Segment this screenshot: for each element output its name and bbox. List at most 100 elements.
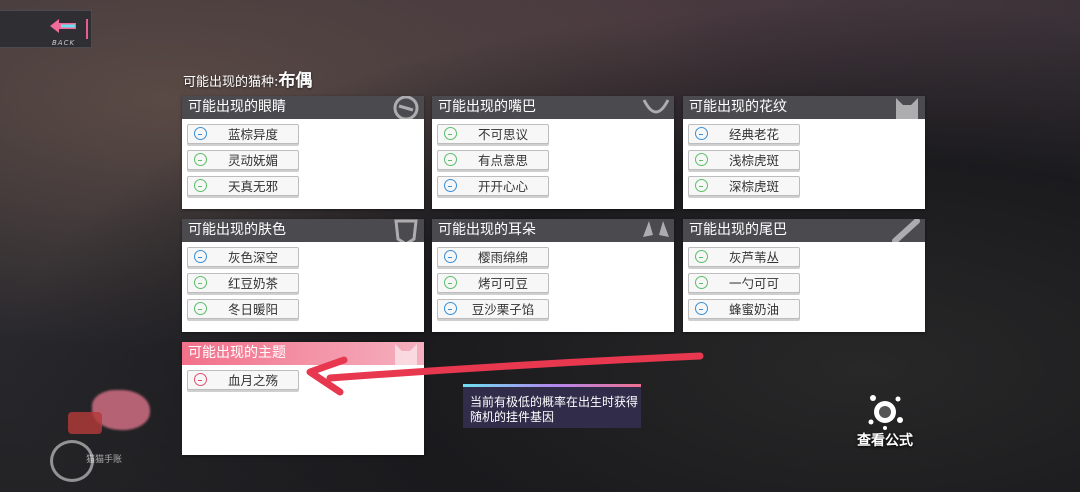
gene-option-label: 灰芦苇丛 [728,250,779,265]
gene-option-label: 不可思议 [477,127,528,142]
gene-option[interactable]: 浅棕虎斑 [688,150,800,170]
option-list: 不可思议有点意思开开心心 [432,119,674,201]
gene-option[interactable]: 烤可可豆 [437,273,549,293]
panel-title: 可能出现的耳朵 [432,219,674,242]
gene-option-label: 血月之殇 [227,373,278,388]
panel-tail: 可能出现的尾巴灰芦苇丛一勺可可蜂蜜奶油 [683,219,925,332]
gene-blue-icon [194,127,207,140]
gene-option-label: 天真无邪 [227,179,278,194]
panel-ears: 可能出现的耳朵樱雨绵绵烤可可豆豆沙栗子馅 [432,219,674,332]
gene-option-label: 灵动妩媚 [227,153,278,168]
gene-option-label: 一勺可可 [728,276,779,291]
gene-green-icon [695,179,708,192]
breed-label: 可能出现的猫种: [183,75,279,90]
gene-option[interactable]: 深棕虎斑 [688,176,800,196]
gene-option-label: 樱雨绵绵 [477,250,528,265]
gene-green-icon [194,302,207,315]
cat-icon [390,342,422,365]
gene-tip: 当前有极低的概率在出生时获得随机的挂件基因 [463,384,641,428]
panel-title-text: 可能出现的耳朵 [438,222,536,238]
gene-blue-icon [444,179,457,192]
gene-option[interactable]: 一勺可可 [688,273,800,293]
panel-theme: 可能出现的主题血月之殇 [182,342,424,455]
panel-eyes: 可能出现的眼睛蓝棕异度灵动妩媚天真无邪 [182,96,424,209]
shield-icon [390,219,422,242]
gene-green-icon [695,276,708,289]
gene-green-icon [444,127,457,140]
back-accent-bar [86,19,88,39]
tip-accent-bar [463,384,641,387]
gene-option[interactable]: 不可思议 [437,124,549,144]
gene-option-label: 有点意思 [477,153,528,168]
gene-option-label: 深棕虎斑 [728,179,779,194]
gene-option[interactable]: 经典老花 [688,124,800,144]
gene-green-icon [444,276,457,289]
option-list: 经典老花浅棕虎斑深棕虎斑 [683,119,925,201]
emblem-text: 猫猫手账 [86,455,123,465]
gene-option[interactable]: 冬日暖阳 [187,299,299,319]
gene-pink-icon [194,373,207,386]
back-arrow-icon [50,19,76,33]
panel-title: 可能出现的眼睛 [182,96,424,119]
gene-option-label: 豆沙栗子馅 [471,302,535,317]
panel-title-text: 可能出现的嘴巴 [438,99,536,115]
panel-title: 可能出现的嘴巴 [432,96,674,119]
gene-green-icon [695,153,708,166]
gene-option-label: 蜂蜜奶油 [728,302,779,317]
gene-green-icon [695,250,708,263]
panel-title-text: 可能出现的主题 [188,345,286,361]
panel-mouth: 可能出现的嘴巴不可思议有点意思开开心心 [432,96,674,209]
panel-pattern: 可能出现的花纹经典老花浅棕虎斑深棕虎斑 [683,96,925,209]
gene-option[interactable]: 红豆奶茶 [187,273,299,293]
tail-icon [891,219,923,242]
panel-title-text: 可能出现的肤色 [188,222,286,238]
gene-option[interactable]: 豆沙栗子馅 [437,299,549,319]
gene-option[interactable]: 灰芦苇丛 [688,247,800,267]
panel-title: 可能出现的尾巴 [683,219,925,242]
back-button[interactable]: BACK [0,10,92,48]
ears-icon [640,219,672,242]
panel-title-text: 可能出现的花纹 [689,99,787,115]
gene-blue-icon [444,250,457,263]
gene-option-label: 烤可可豆 [477,276,528,291]
gene-green-icon [194,276,207,289]
eye-icon [390,96,422,119]
cat-icon [891,96,923,119]
gene-option-label: 经典老花 [728,127,779,142]
gene-option[interactable]: 开开心心 [437,176,549,196]
gene-option[interactable]: 灰色深空 [187,247,299,267]
gene-blue-icon [695,127,708,140]
gene-option[interactable]: 灵动妩媚 [187,150,299,170]
option-list: 血月之殇 [182,365,424,395]
view-formula-button[interactable]: 查看公式 [852,392,918,450]
breed-line: 可能出现的猫种:布偶 [183,66,312,91]
gene-green-icon [194,153,207,166]
gene-option[interactable]: 蓝棕异度 [187,124,299,144]
breed-value: 布偶 [278,71,313,91]
gene-green-icon [444,153,457,166]
gene-option-label: 蓝棕异度 [227,127,278,142]
panel-title: 可能出现的主题 [182,342,424,365]
gene-green-icon [194,179,207,192]
mouth-icon [640,96,672,119]
gene-option[interactable]: 天真无邪 [187,176,299,196]
gene-option-label: 红豆奶茶 [227,276,278,291]
gene-option[interactable]: 蜂蜜奶油 [688,299,800,319]
option-list: 樱雨绵绵烤可可豆豆沙栗子馅 [432,242,674,324]
gene-blue-icon [194,250,207,263]
panel-title-text: 可能出现的眼睛 [188,99,286,115]
gene-option[interactable]: 血月之殇 [187,370,299,390]
option-list: 灰色深空红豆奶茶冬日暖阳 [182,242,424,324]
panel-title: 可能出现的花纹 [683,96,925,119]
gene-option[interactable]: 樱雨绵绵 [437,247,549,267]
gene-option[interactable]: 有点意思 [437,150,549,170]
panel-title: 可能出现的肤色 [182,219,424,242]
gene-option-label: 冬日暖阳 [227,302,278,317]
back-label: BACK [52,39,76,47]
gene-blue-icon [444,302,457,315]
tip-text: 当前有极低的概率在出生时获得随机的挂件基因 [470,395,639,424]
gene-option-label: 开开心心 [477,179,528,194]
gene-blue-icon [695,302,708,315]
gene-option-label: 灰色深空 [227,250,278,265]
option-list: 蓝棕异度灵动妩媚天真无邪 [182,119,424,201]
